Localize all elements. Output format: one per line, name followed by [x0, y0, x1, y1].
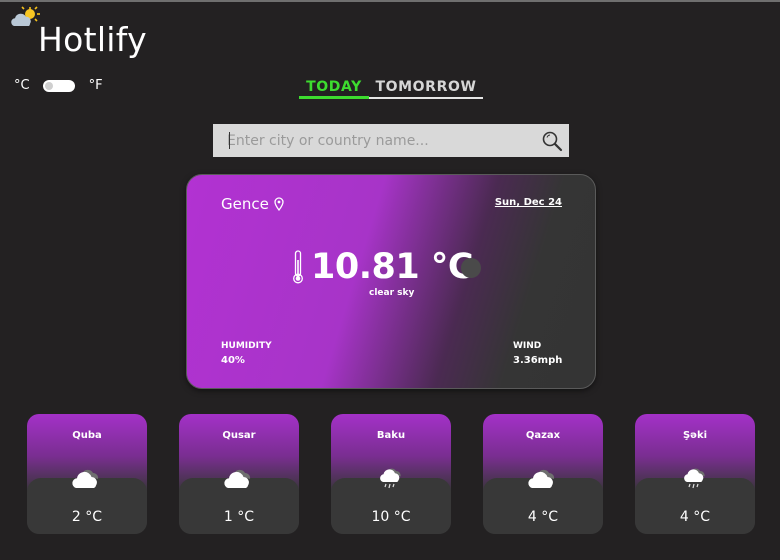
- city-card-temperature: 4 °C: [679, 509, 711, 525]
- fahrenheit-label: °F: [88, 78, 103, 93]
- tab-today[interactable]: TODAY: [299, 78, 369, 99]
- current-date: Sun, Dec 24: [494, 197, 562, 208]
- cloud-icon: [224, 469, 251, 488]
- weather-condition: clear sky: [369, 288, 415, 298]
- city-card-temperature: 4 °C: [527, 509, 559, 525]
- city-card-name: Baku: [376, 430, 406, 441]
- unit-toggle-switch[interactable]: [42, 79, 75, 92]
- day-tabs: TODAY TOMORROW: [299, 78, 483, 99]
- text-caret: [229, 132, 230, 149]
- city-card-name: Şəki: [682, 430, 708, 441]
- city-card-baku[interactable]: Baku 10 °C: [331, 414, 451, 534]
- city-card-name: Qusar: [222, 430, 256, 441]
- unit-toggle: °C °F: [14, 78, 103, 93]
- city-card-quba[interactable]: Quba 2 °C: [27, 414, 147, 534]
- weather-condition-icon: [461, 258, 481, 278]
- celsius-label: °C: [14, 78, 30, 93]
- current-temperature: 10.81 °C: [311, 247, 474, 287]
- thermometer-icon: [293, 250, 303, 284]
- city-card-temperature: 10 °C: [371, 509, 411, 525]
- current-weather-card: Gence Sun, Dec 24 10.81 °C clear sky HUM…: [186, 174, 596, 389]
- city-row: Gence: [221, 195, 284, 213]
- city-card-seki[interactable]: Şəki 4 °C: [635, 414, 755, 534]
- cloud-icon: [72, 469, 99, 488]
- wind-label: WIND: [513, 341, 542, 351]
- temperature-row: 10.81 °C: [291, 247, 474, 287]
- humidity-label: HUMIDITY: [221, 341, 272, 351]
- search-box: [213, 124, 569, 157]
- wind-value: 3.36mph: [513, 355, 563, 366]
- city-card-temperature: 2 °C: [71, 509, 103, 525]
- humidity-value: 40%: [221, 355, 245, 366]
- city-card-temperature: 1 °C: [223, 509, 255, 525]
- city-card-qazax[interactable]: Qazax 4 °C: [483, 414, 603, 534]
- location-pin-icon: [274, 197, 284, 211]
- city-card-name: Qazax: [525, 430, 561, 441]
- search-input[interactable]: [213, 124, 535, 157]
- app-title: Hotlify: [38, 20, 147, 59]
- search-icon[interactable]: [535, 124, 569, 157]
- rain-cloud-icon: [684, 468, 705, 489]
- rain-cloud-icon: [380, 468, 401, 489]
- current-city-name: Gence: [221, 195, 269, 213]
- cloud-icon: [528, 469, 555, 488]
- tab-tomorrow[interactable]: TOMORROW: [369, 78, 483, 99]
- city-card-name: Quba: [72, 430, 102, 441]
- toggle-knob: [44, 81, 53, 90]
- city-card-qusar[interactable]: Qusar 1 °C: [179, 414, 299, 534]
